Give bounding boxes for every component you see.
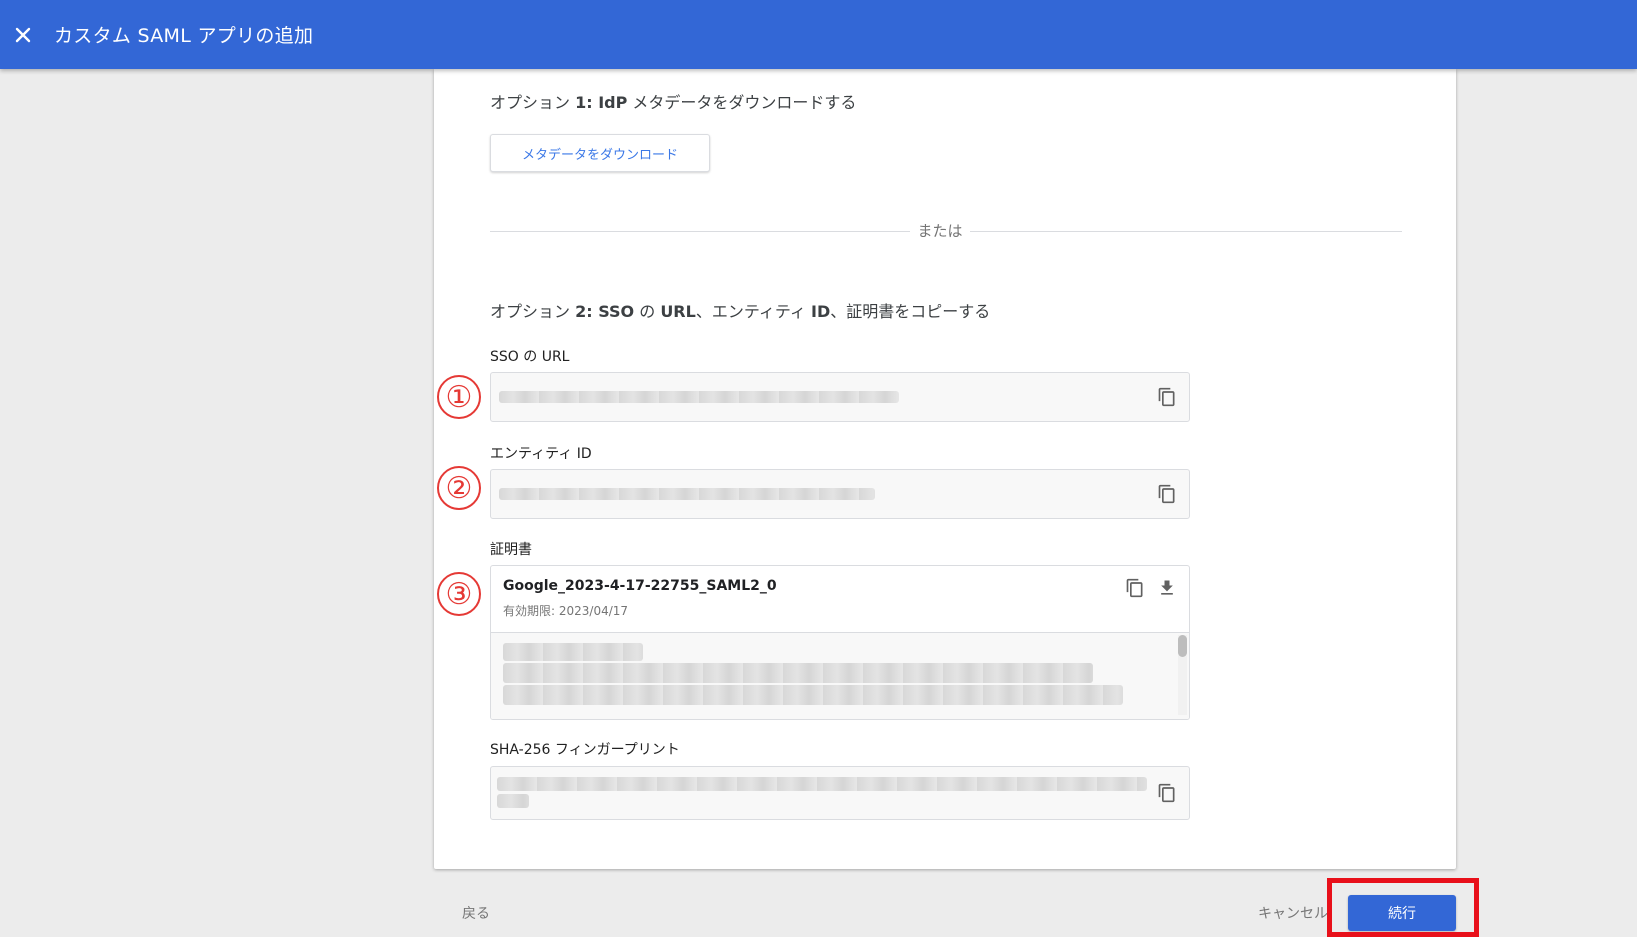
download-icon[interactable]: [1157, 578, 1177, 598]
certificate-content[interactable]: [491, 632, 1189, 719]
entity-id-field[interactable]: [490, 469, 1190, 519]
blurred-cert-line: [503, 663, 1093, 683]
certificate-name: Google_2023-4-17-22755_SAML2_0: [503, 578, 777, 594]
fingerprint-label: SHA-256 フィンガープリント: [490, 742, 680, 758]
fingerprint-field[interactable]: [490, 766, 1190, 820]
blurred-fingerprint: [497, 777, 1147, 791]
annotation-marker-1: ①: [437, 375, 481, 419]
top-app-bar: カスタム SAML アプリの追加: [0, 0, 1637, 69]
back-button[interactable]: 戻る: [462, 903, 490, 923]
copy-icon[interactable]: [1157, 783, 1177, 803]
option2-title: オプション 2: SSO の URL、エンティティ ID、証明書をコピーする: [490, 302, 991, 321]
page-title: カスタム SAML アプリの追加: [54, 25, 314, 47]
copy-icon[interactable]: [1125, 578, 1145, 598]
blurred-entity-id: [499, 488, 875, 500]
sso-url-field[interactable]: [490, 372, 1190, 422]
blurred-cert-line: [503, 643, 643, 661]
certificate-expiry: 有効期限: 2023/04/17: [503, 604, 629, 618]
annotation-marker-3: ③: [437, 572, 481, 616]
option1-title: オプション 1: IdP メタデータをダウンロードする: [490, 93, 857, 112]
annotation-marker-2: ②: [437, 466, 481, 510]
blurred-cert-line: [503, 685, 1123, 705]
entity-id-label: エンティティ ID: [490, 446, 592, 462]
cancel-button[interactable]: キャンセル: [1258, 903, 1328, 923]
certificate-label: 証明書: [490, 542, 532, 558]
close-icon[interactable]: [12, 24, 34, 46]
sso-url-label: SSO の URL: [490, 349, 570, 365]
certificate-card: Google_2023-4-17-22755_SAML2_0 有効期限: 202…: [490, 565, 1190, 720]
divider-right: [970, 231, 1402, 232]
scrollbar-thumb[interactable]: [1178, 635, 1187, 657]
continue-button[interactable]: 続行: [1348, 895, 1456, 931]
download-metadata-button[interactable]: メタデータをダウンロード: [490, 134, 710, 172]
divider-left: [490, 231, 910, 232]
idp-details-card: オプション 1: IdP メタデータをダウンロードする メタデータをダウンロード…: [434, 69, 1456, 869]
copy-icon[interactable]: [1157, 484, 1177, 504]
divider-or: または: [917, 222, 963, 240]
blurred-fingerprint: [497, 794, 529, 808]
copy-icon[interactable]: [1157, 387, 1177, 407]
blurred-sso-url: [499, 391, 899, 403]
